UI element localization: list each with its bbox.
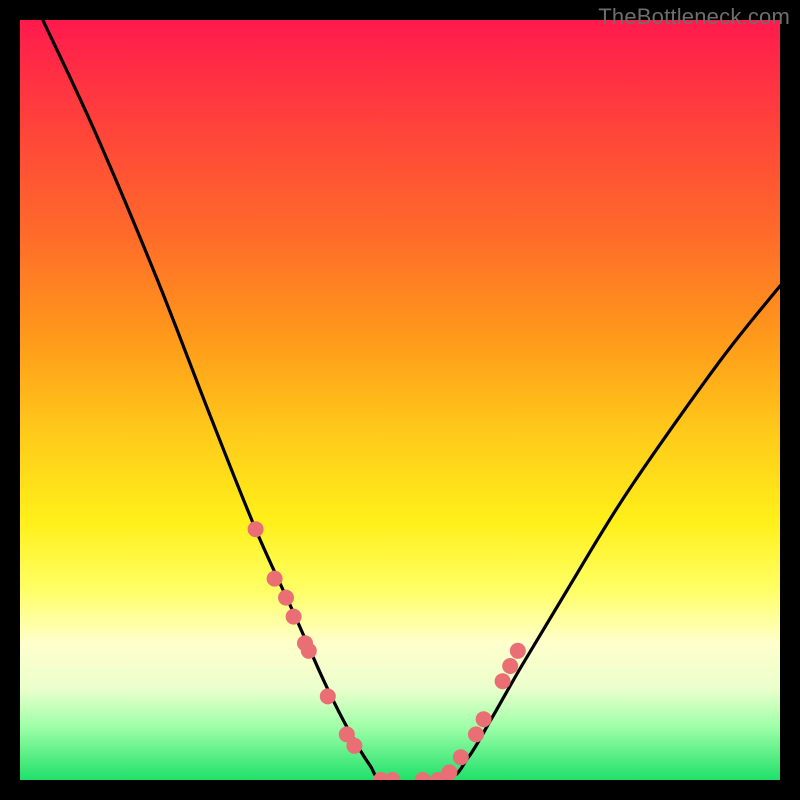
data-point (476, 711, 492, 727)
bottleneck-curve (43, 20, 780, 780)
data-point (384, 772, 400, 780)
data-point (510, 643, 526, 659)
data-point (441, 764, 457, 780)
data-point (267, 571, 283, 587)
data-point (453, 749, 469, 765)
curve-group (43, 20, 780, 780)
data-point (248, 521, 264, 537)
chart-svg (20, 20, 780, 780)
data-point (495, 673, 511, 689)
data-point (502, 658, 518, 674)
data-point (415, 772, 431, 780)
data-point (346, 738, 362, 754)
data-point (468, 726, 484, 742)
data-point (301, 643, 317, 659)
marker-group (248, 521, 526, 780)
data-point (286, 609, 302, 625)
attribution-text: TheBottleneck.com (598, 4, 790, 30)
chart-plot-area (20, 20, 780, 780)
data-point (278, 590, 294, 606)
data-point (320, 688, 336, 704)
chart-frame: TheBottleneck.com (0, 0, 800, 800)
